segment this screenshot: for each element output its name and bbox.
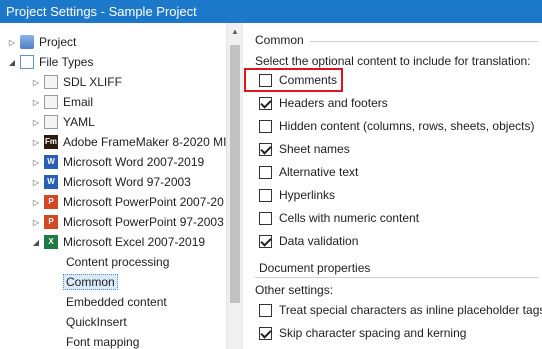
section-divider <box>255 277 538 278</box>
instruction-text: Select the optional content to include f… <box>255 54 531 68</box>
hyperlinks-checkbox[interactable] <box>259 188 272 202</box>
expand-arrow-icon[interactable]: ▷ <box>30 218 42 227</box>
tree-item-label: Common <box>63 274 118 290</box>
tree-item-sdl-xliff[interactable]: ▷ SDL XLIFF <box>30 72 122 92</box>
tree-item-project[interactable]: ▷ Project <box>6 32 76 52</box>
tree-item-label: Email <box>63 95 94 109</box>
option-label: Hyperlinks <box>279 188 336 202</box>
tree-item-file-types[interactable]: ◢ ⚙ File Types <box>6 52 93 72</box>
option-skip-kerning[interactable]: Skip character spacing and kerning <box>259 324 466 342</box>
tree-item-font-mapping[interactable]: Font mapping <box>66 332 139 349</box>
option-sheet-names[interactable]: Sheet names <box>259 140 350 158</box>
tree-item-label: Microsoft Word 97-2003 <box>63 175 191 189</box>
tree-item-label: SDL XLIFF <box>63 75 122 89</box>
tree-item-label: QuickInsert <box>66 315 127 329</box>
option-label: Comments <box>279 73 338 87</box>
tree-item-yaml[interactable]: ▷ YAML <box>30 112 95 132</box>
option-hidden-content[interactable]: Hidden content (columns, rows, sheets, o… <box>259 117 534 135</box>
expand-arrow-icon[interactable]: ▷ <box>30 178 42 187</box>
tree-item-label: Font mapping <box>66 335 140 349</box>
word-icon: W <box>44 155 58 169</box>
tree-item-label: Project <box>39 35 77 49</box>
data-validation-checkbox[interactable] <box>259 234 272 248</box>
tree-item-label: Microsoft Word 2007-2019 <box>63 155 205 169</box>
skip-kerning-checkbox[interactable] <box>259 326 272 340</box>
collapse-arrow-icon[interactable]: ◢ <box>30 238 42 247</box>
option-numeric-cells[interactable]: Cells with numeric content <box>259 209 419 227</box>
common-section-title: Common <box>255 33 304 47</box>
option-label: Data validation <box>279 234 359 248</box>
option-headers-footers[interactable]: Headers and footers <box>259 94 388 112</box>
tree-item-word-2007[interactable]: ▷ W Microsoft Word 2007-2019 <box>30 152 204 172</box>
alternative-text-checkbox[interactable] <box>259 165 272 179</box>
document-icon <box>44 75 58 89</box>
tree-item-embedded-content[interactable]: Embedded content <box>66 292 167 312</box>
comments-checkbox[interactable] <box>259 73 272 87</box>
numeric-cells-checkbox[interactable] <box>259 211 272 225</box>
tree-item-excel-2007[interactable]: ◢ X Microsoft Excel 2007-2019 <box>30 232 205 252</box>
word-icon: W <box>44 175 58 189</box>
option-data-validation[interactable]: Data validation <box>259 232 358 250</box>
collapse-arrow-icon[interactable]: ◢ <box>6 58 18 67</box>
option-label: Skip character spacing and kerning <box>279 326 467 340</box>
tree-item-common[interactable]: Common <box>63 272 118 292</box>
tree-item-label: Content processing <box>66 255 170 269</box>
tree-item-label: Microsoft PowerPoint 97-2003 <box>63 215 224 229</box>
tree-item-content-processing[interactable]: Content processing <box>66 252 169 272</box>
tree-item-email[interactable]: ▷ Email <box>30 92 93 112</box>
tree-item-label: YAML <box>63 115 95 129</box>
sheet-names-checkbox[interactable] <box>259 142 272 156</box>
expand-arrow-icon[interactable]: ▷ <box>30 98 42 107</box>
tree-item-label: Embedded content <box>66 295 167 309</box>
framemaker-icon: Fm <box>44 135 58 149</box>
project-icon <box>20 35 34 49</box>
tree-item-framemaker[interactable]: ▷ Fm Adobe FrameMaker 8-2020 MI <box>30 132 226 152</box>
expand-arrow-icon[interactable]: ▷ <box>30 118 42 127</box>
window-title: Project Settings - Sample Project <box>0 0 542 23</box>
expand-arrow-icon[interactable]: ▷ <box>30 158 42 167</box>
powerpoint-icon: P <box>44 215 58 229</box>
section-divider <box>310 41 538 42</box>
option-label: Alternative text <box>279 165 359 179</box>
scrollbar-thumb[interactable] <box>230 45 240 303</box>
tree-item-label: File Types <box>39 55 94 69</box>
email-icon <box>44 95 58 109</box>
tree-item-label: Microsoft PowerPoint 2007-20 <box>63 195 224 209</box>
expand-arrow-icon[interactable]: ▷ <box>6 38 18 47</box>
placeholder-tags-checkbox[interactable] <box>259 303 272 317</box>
tree-item-quickinsert[interactable]: QuickInsert <box>66 312 127 332</box>
expand-arrow-icon[interactable]: ▷ <box>30 198 42 207</box>
other-settings-title: Other settings: <box>255 283 334 297</box>
headers-footers-checkbox[interactable] <box>259 96 272 110</box>
option-label: Cells with numeric content <box>279 211 420 225</box>
option-label: Sheet names <box>279 142 350 156</box>
common-settings-panel: Common Select the optional content to in… <box>244 23 542 349</box>
option-hyperlinks[interactable]: Hyperlinks <box>259 186 335 204</box>
scroll-up-arrow-icon[interactable]: ▲ <box>227 27 243 41</box>
powerpoint-icon: P <box>44 195 58 209</box>
file-types-icon: ⚙ <box>20 55 34 69</box>
tree-item-powerpoint-2007[interactable]: ▷ P Microsoft PowerPoint 2007-20 <box>30 192 224 212</box>
expand-arrow-icon[interactable]: ▷ <box>30 78 42 87</box>
tree-item-word-97[interactable]: ▷ W Microsoft Word 97-2003 <box>30 172 191 192</box>
expand-arrow-icon[interactable]: ▷ <box>30 138 42 147</box>
hidden-content-checkbox[interactable] <box>259 119 272 133</box>
tree-scrollbar[interactable]: ▲ <box>226 23 243 349</box>
file-types-tree: ▷ Project ◢ ⚙ File Types ▷ SDL XLIFF ▷ E… <box>0 23 243 349</box>
document-properties-link[interactable]: Document properties <box>259 261 370 275</box>
option-label: Treat special characters as inline place… <box>279 303 542 317</box>
option-comments[interactable]: Comments <box>259 71 337 89</box>
option-label: Headers and footers <box>279 96 388 110</box>
excel-icon: X <box>44 235 58 249</box>
option-alternative-text[interactable]: Alternative text <box>259 163 358 181</box>
document-icon <box>44 115 58 129</box>
option-label: Hidden content (columns, rows, sheets, o… <box>279 119 535 133</box>
option-placeholder-tags[interactable]: Treat special characters as inline place… <box>259 301 542 319</box>
tree-item-powerpoint-97[interactable]: ▷ P Microsoft PowerPoint 97-2003 <box>30 212 224 232</box>
tree-item-label: Adobe FrameMaker 8-2020 MI <box>63 135 227 149</box>
tree-item-label: Microsoft Excel 2007-2019 <box>63 235 206 249</box>
